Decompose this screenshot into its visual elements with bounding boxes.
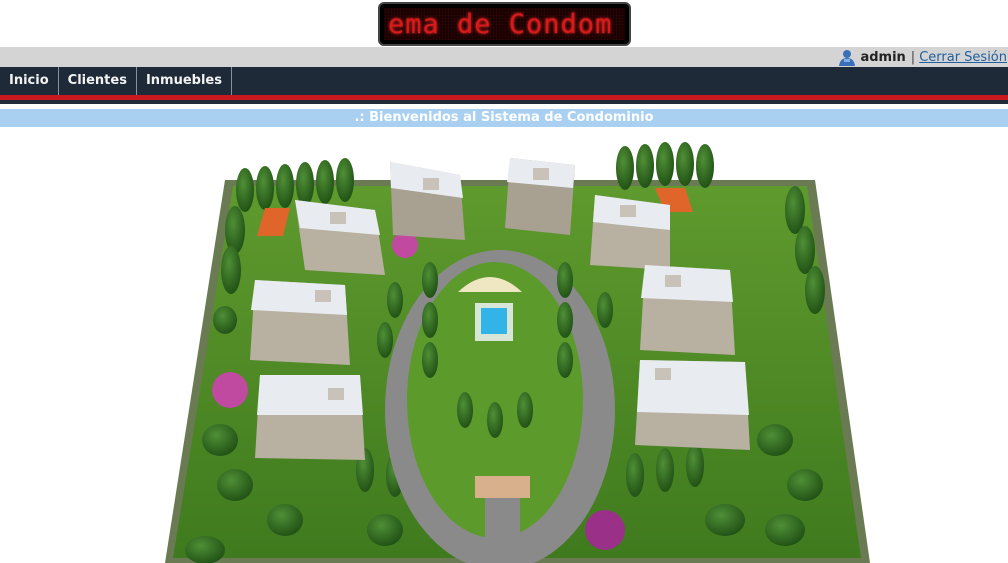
nav-item-inmuebles[interactable]: Inmuebles [137,67,232,95]
welcome-banner: .: Bienvenidos al Sistema de Condominio [0,109,1008,127]
logout-link[interactable]: Cerrar Sesión [919,47,1007,69]
user-bar: admin | Cerrar Sesión [0,47,1008,67]
user-icon [839,50,856,66]
nav-item-inicio[interactable]: Inicio [0,67,59,95]
nav-item-clientes[interactable]: Clientes [59,67,137,95]
separator: | [910,50,916,65]
username: admin [860,50,906,65]
led-display: ema de Condom [384,8,625,40]
nav-accent-dark [0,100,1008,104]
user-info: admin | Cerrar Sesión [838,47,1008,69]
led-marquee-banner: ema de Condom [380,4,629,44]
main-nav: Inicio Clientes Inmuebles [0,67,1008,95]
marquee-text: ema de Condom [388,9,613,40]
condominium-aerial-image [165,142,870,563]
